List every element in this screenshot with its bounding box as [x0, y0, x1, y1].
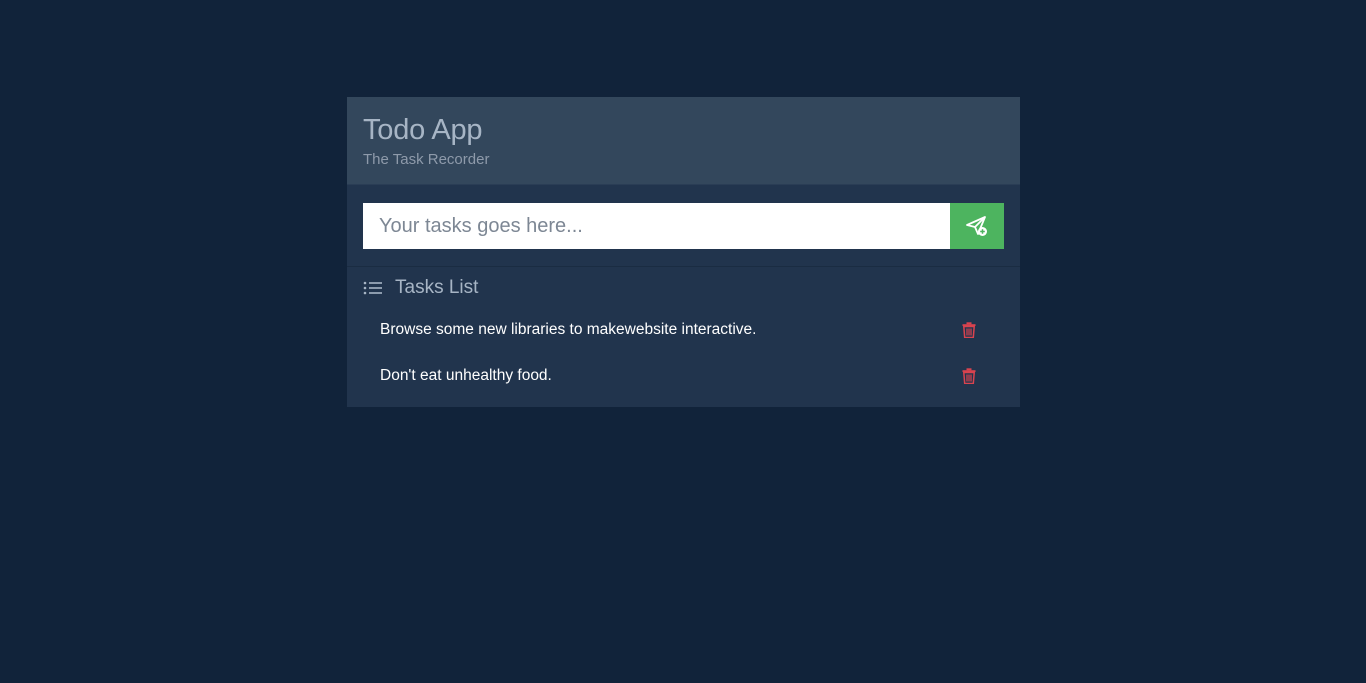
add-task-button[interactable] — [950, 203, 1004, 249]
task-form — [347, 185, 1020, 267]
todo-app-card: Todo App The Task Recorder Your tasks go… — [347, 97, 1020, 407]
task-text: Don't eat unhealthy food. — [380, 367, 552, 384]
app-subtitle: The Task Recorder — [363, 151, 490, 168]
list-icon — [363, 280, 383, 296]
tasks-list-heading: Tasks List — [363, 277, 1004, 299]
send-add-icon — [965, 215, 989, 237]
trash-icon[interactable] — [962, 368, 976, 384]
task-item: Don't eat unhealthy food. — [363, 353, 1004, 399]
task-input[interactable] — [363, 203, 950, 249]
app-header: Todo App The Task Recorder — [347, 97, 1020, 185]
task-text: Browse some new libraries to makewebsite… — [380, 321, 757, 338]
tasks-list-title: Tasks List — [395, 277, 479, 298]
trash-icon[interactable] — [962, 322, 976, 338]
task-item: Browse some new libraries to makewebsite… — [363, 307, 1004, 353]
tasks-list-section: Tasks List Browse some new libraries to … — [347, 267, 1020, 407]
app-title: Todo App — [363, 114, 483, 146]
